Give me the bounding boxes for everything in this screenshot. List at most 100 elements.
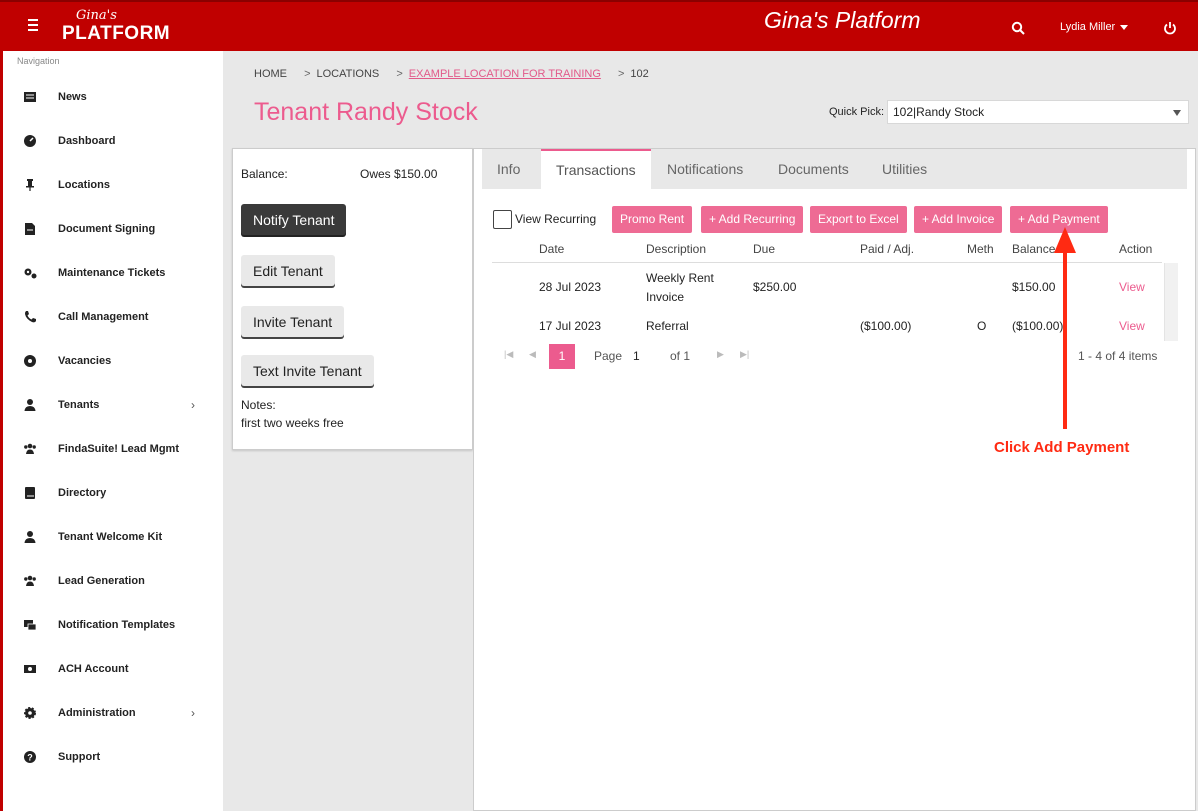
annotation-text: Click Add Payment [994, 439, 1130, 456]
sidebar-item-notification-templates[interactable]: Notification Templates [3, 603, 223, 647]
vacancy-icon [24, 355, 36, 367]
column-header-action: Action [1119, 242, 1153, 256]
tab-utilities[interactable]: Utilities [867, 149, 942, 189]
last-page-icon[interactable]: ▶| [740, 349, 749, 360]
sidebar-item-locations[interactable]: Locations [3, 163, 223, 207]
export-excel-button[interactable]: Export to Excel [810, 206, 907, 233]
column-header-method[interactable]: Meth [967, 242, 994, 256]
tab-transactions[interactable]: Transactions [541, 149, 651, 189]
notes-label: Notes: [241, 398, 276, 412]
cell-due: $250.00 [753, 280, 797, 294]
sidebar-item-maintenance-tickets[interactable]: Maintenance Tickets [3, 251, 223, 295]
breadcrumb-locations[interactable]: LOCATIONS [317, 68, 380, 80]
sidebar-item-label: Locations [58, 179, 110, 191]
quick-pick-select[interactable]: 102|Randy Stock [887, 100, 1189, 124]
tenant-summary-card: Balance: Owes $150.00 Notify Tenant Edit… [232, 148, 473, 450]
sidebar-item-findasuite-lead-mgmt[interactable]: FindaSuite! Lead Mgmt [3, 427, 223, 471]
tab-documents[interactable]: Documents [763, 149, 864, 189]
view-link[interactable]: View [1119, 319, 1145, 333]
sidebar-item-directory[interactable]: Directory [3, 471, 223, 515]
svg-text:?: ? [27, 753, 33, 763]
cell-date: 28 Jul 2023 [539, 280, 602, 294]
sidebar-item-tenant-welcome-kit[interactable]: Tenant Welcome Kit [3, 515, 223, 559]
next-page-icon[interactable]: ▶ [717, 349, 724, 360]
add-recurring-button[interactable]: + Add Recurring [701, 206, 804, 233]
pager-current-page[interactable]: 1 [549, 344, 575, 369]
column-header-date[interactable]: Date [539, 242, 564, 256]
dropdown-arrow-icon [1173, 110, 1181, 116]
logo-script: Gina's [76, 8, 117, 23]
cell-description: Weekly Rent [646, 271, 714, 285]
cell-description-line2: Invoice [646, 290, 685, 304]
quick-pick-label: Quick Pick: [829, 106, 885, 118]
text-invite-tenant-button[interactable]: Text Invite Tenant [241, 355, 374, 386]
sidebar-item-dashboard[interactable]: Dashboard [3, 119, 223, 163]
tab-info[interactable]: Info [482, 149, 535, 189]
book-icon [25, 487, 35, 499]
sidebar-item-label: FindaSuite! Lead Mgmt [58, 443, 179, 455]
pager-summary: 1 - 4 of 4 items [1078, 349, 1158, 363]
column-header-balance[interactable]: Balance [1012, 242, 1055, 256]
cell-date: 17 Jul 2023 [539, 319, 602, 333]
cell-description: Referral [646, 319, 689, 333]
user-menu[interactable]: Lydia Miller [1060, 21, 1129, 33]
gear-icon [24, 707, 36, 719]
sidebar-item-vacancies[interactable]: Vacancies [3, 339, 223, 383]
table-scrollbar[interactable] [1164, 263, 1178, 341]
tab-bar: Info Transactions Notifications Document… [482, 149, 1187, 189]
sidebar-item-label: Administration [58, 707, 136, 719]
sidebar-item-document-signing[interactable]: Document Signing [3, 207, 223, 251]
page-title: Tenant Randy Stock [254, 98, 478, 126]
sidebar-item-ach-account[interactable]: ACH Account [3, 647, 223, 691]
sidebar-item-administration[interactable]: Administration › [3, 691, 223, 735]
sidebar-item-call-management[interactable]: Call Management [3, 295, 223, 339]
view-recurring-checkbox[interactable] [493, 210, 512, 229]
document-icon [25, 223, 35, 235]
view-recurring-label[interactable]: View Recurring [515, 212, 596, 226]
pin-icon [26, 179, 34, 191]
view-link[interactable]: View [1119, 280, 1145, 294]
breadcrumb-separator: > [304, 68, 311, 80]
user-icon [24, 399, 36, 411]
first-page-icon[interactable]: |◀ [504, 349, 513, 360]
pager-of-label: of 1 [670, 349, 691, 363]
promo-rent-button[interactable]: Promo Rent [612, 206, 693, 233]
app-title: Gina's Platform [764, 7, 921, 33]
sidebar-item-label: Dashboard [58, 135, 116, 147]
breadcrumb-location-link[interactable]: EXAMPLE LOCATION FOR TRAINING [409, 68, 601, 80]
sidebar-item-news[interactable]: News [3, 75, 223, 119]
users-icon [24, 575, 36, 586]
sidebar-item-tenants[interactable]: Tenants › [3, 383, 223, 427]
column-header-description[interactable]: Description [646, 242, 706, 256]
sidebar-item-label: News [58, 91, 87, 103]
sidebar-item-support[interactable]: ? Support [3, 735, 223, 779]
breadcrumb-unit: 102 [630, 68, 649, 80]
edit-tenant-button[interactable]: Edit Tenant [241, 255, 335, 286]
sidebar-item-label: Vacancies [58, 355, 112, 367]
power-icon[interactable] [1163, 21, 1177, 35]
pager-page-label: Page [594, 349, 623, 363]
column-header-paid[interactable]: Paid / Adj. [860, 242, 914, 256]
cell-paid: ($100.00) [860, 319, 912, 333]
search-icon[interactable] [1011, 21, 1025, 35]
balance-value: Owes $150.00 [360, 167, 438, 181]
invite-tenant-button[interactable]: Invite Tenant [241, 306, 345, 337]
notify-tenant-button[interactable]: Notify Tenant [241, 204, 347, 235]
annotation-arrow [1054, 227, 1076, 429]
chevron-right-icon: › [191, 398, 195, 412]
nav-caption: Navigation [17, 56, 60, 66]
prev-page-icon[interactable]: ◀ [529, 349, 536, 360]
chevron-down-icon [1120, 24, 1129, 30]
add-invoice-button[interactable]: + Add Invoice [914, 206, 1003, 233]
breadcrumb-separator: > [617, 68, 625, 80]
breadcrumb-separator: > [396, 68, 403, 80]
column-header-due[interactable]: Due [753, 242, 775, 256]
breadcrumb-home[interactable]: HOME [254, 68, 287, 80]
tab-notifications[interactable]: Notifications [652, 149, 758, 189]
gears-icon [24, 268, 37, 279]
cell-balance: $150.00 [1012, 280, 1056, 294]
sidebar-item-lead-generation[interactable]: Lead Generation [3, 559, 223, 603]
pager-page-input[interactable]: 1 [633, 349, 640, 363]
sidebar-item-label: Tenants [58, 399, 100, 411]
hamburger-icon[interactable] [24, 16, 42, 34]
